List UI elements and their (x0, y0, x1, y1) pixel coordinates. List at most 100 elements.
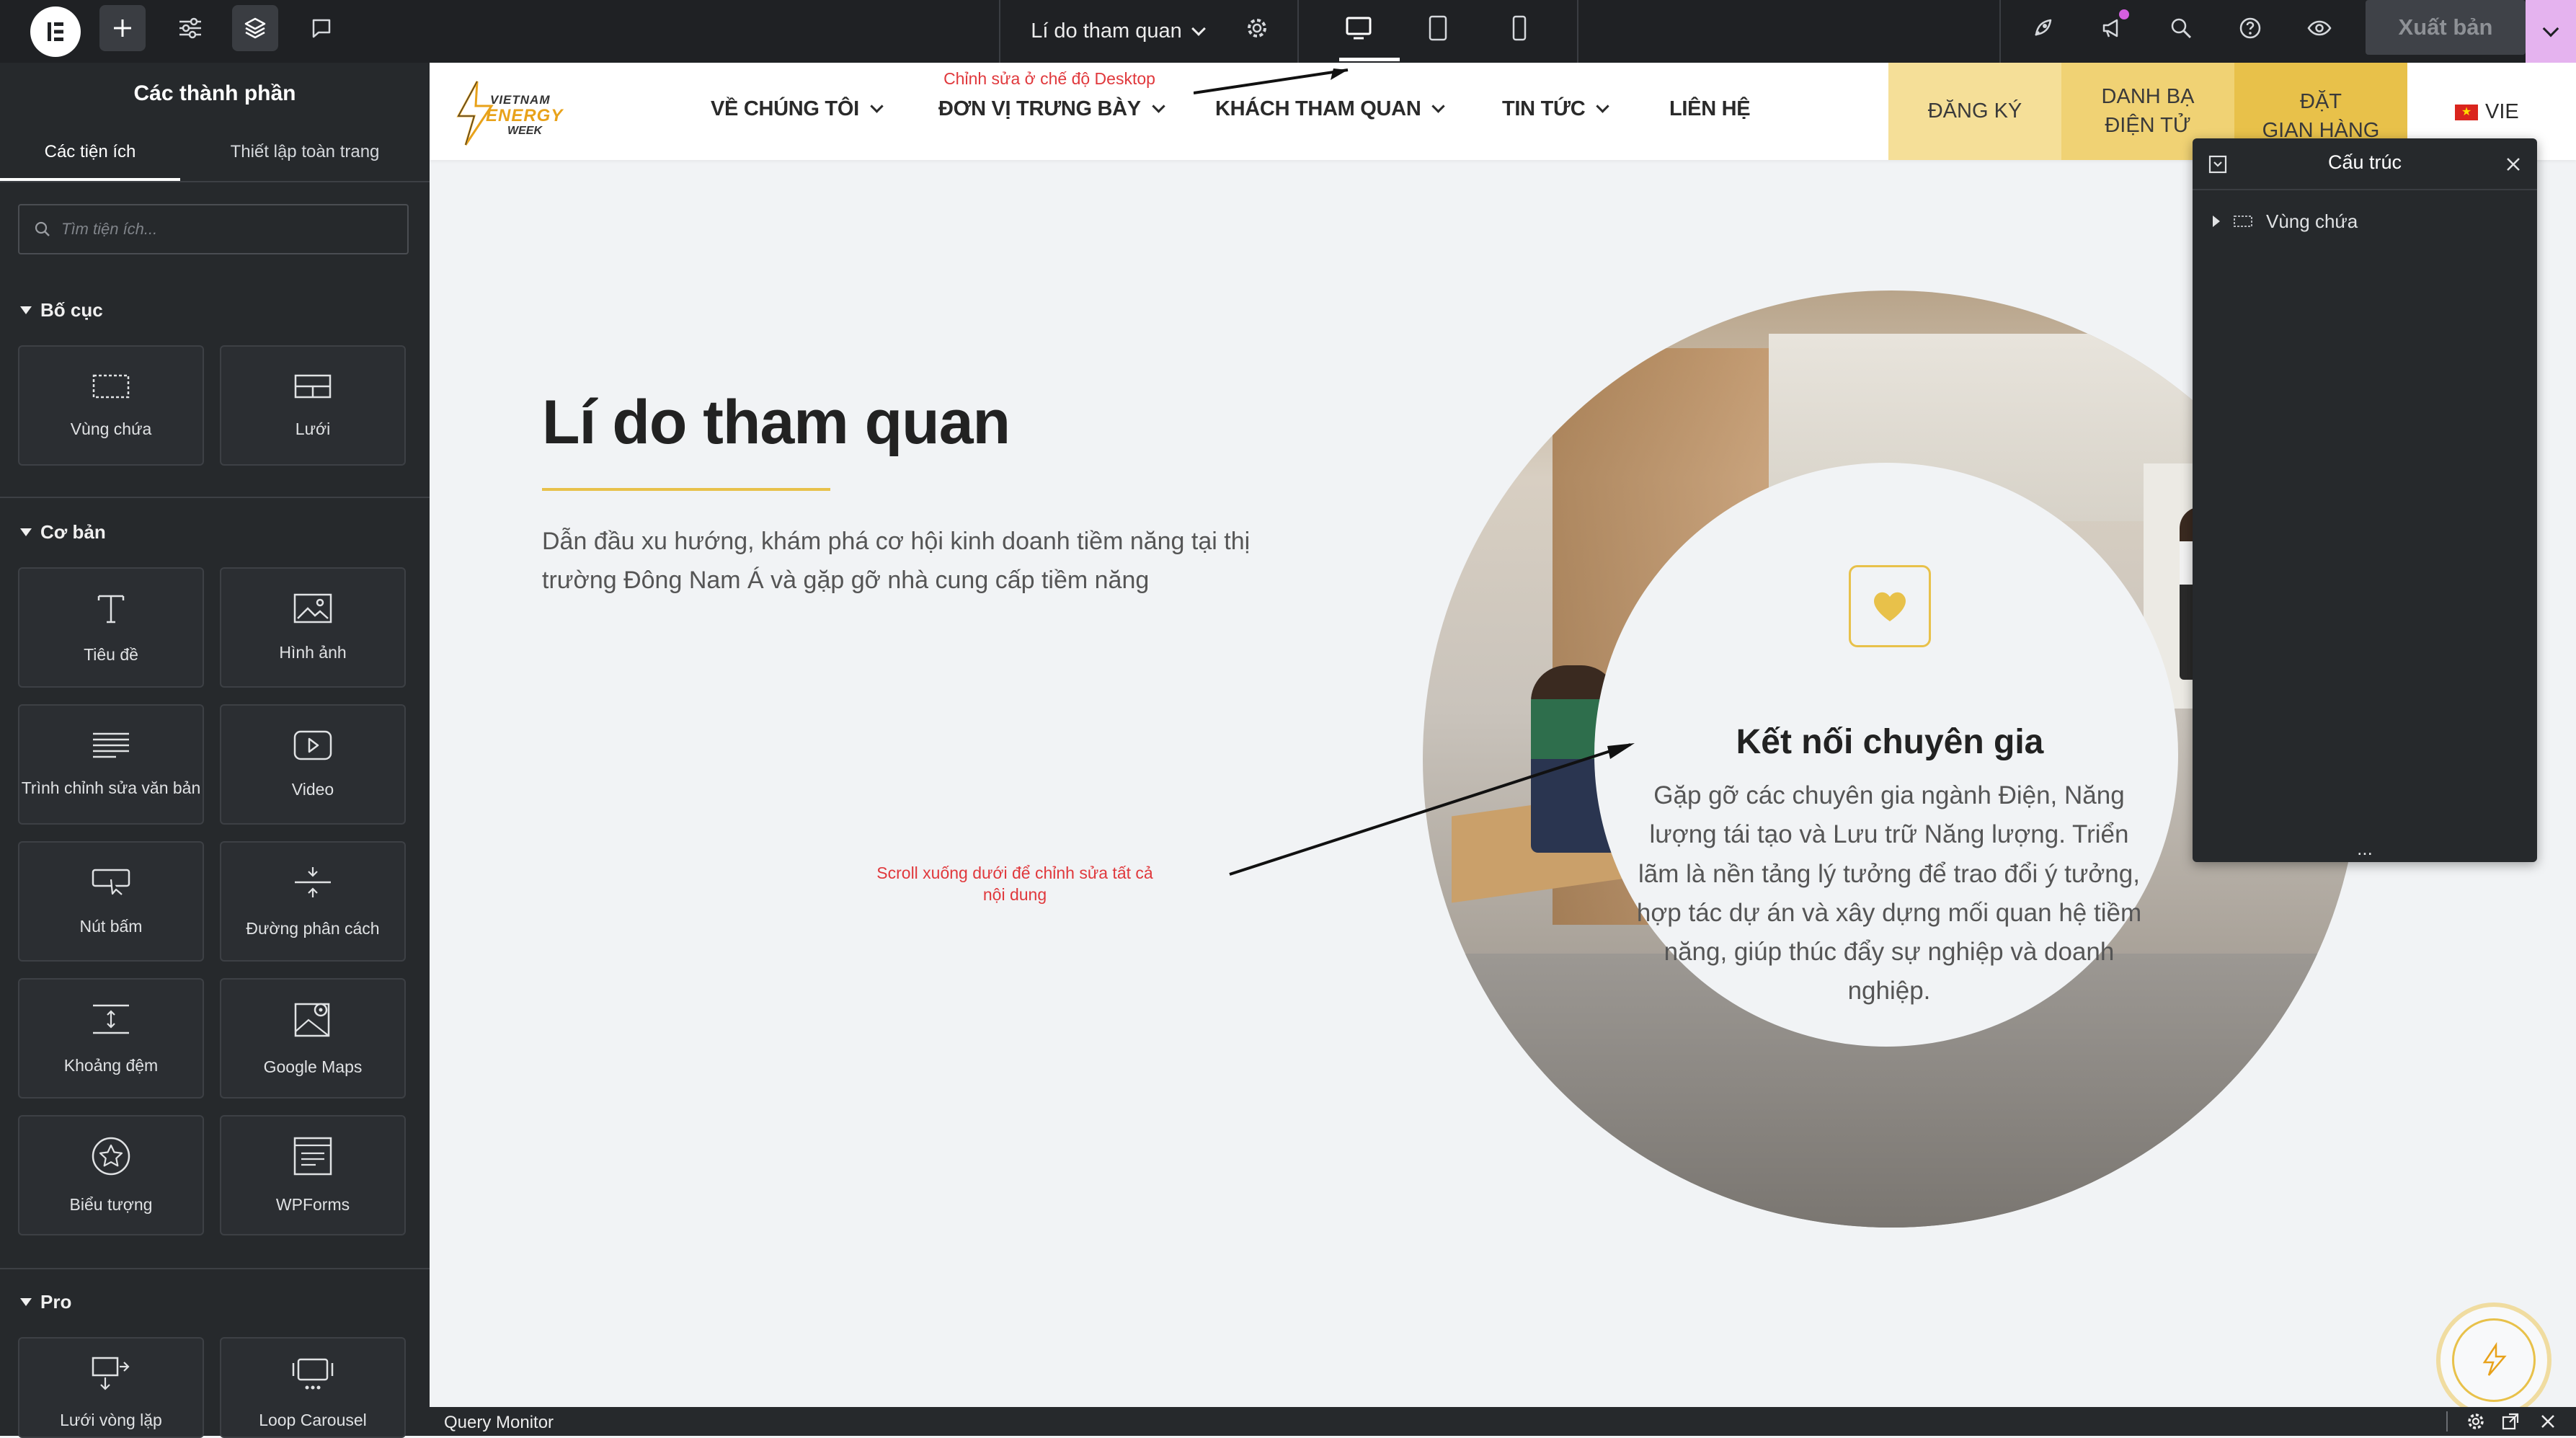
widget-loop-grid[interactable]: Lưới vòng lặp (18, 1337, 204, 1438)
register-button[interactable]: ĐĂNG KÝ (1888, 63, 2061, 160)
scroll-note-line-2: nội dung (982, 884, 1047, 904)
section-title-layout: Bố cục (40, 299, 103, 321)
chevron-down-icon (1596, 99, 1610, 113)
tab-widgets-label: Các tiện ích (44, 142, 136, 161)
tab-widgets[interactable]: Các tiện ích (0, 132, 180, 182)
page-headline[interactable]: Lí do tham quan (542, 387, 1011, 458)
chevron-down-icon (1431, 99, 1446, 113)
nav-label: LIÊN HỆ (1669, 97, 1751, 120)
panel-title: Các thành phần (133, 81, 296, 105)
megaphone-icon (2102, 19, 2118, 37)
whats-new-button[interactable] (2089, 5, 2135, 51)
section-title-pro: Pro (40, 1291, 72, 1313)
help-button[interactable] (2227, 5, 2273, 51)
widget-label: Vùng chứa (70, 420, 152, 438)
tab-global-settings[interactable]: Thiết lập toàn trang (180, 132, 430, 182)
nav-item-contact[interactable]: LIÊN HỆ (1669, 97, 1751, 121)
scroll-note: Scroll xuống dưới để chỉnh sửa tất cả nộ… (856, 863, 1173, 906)
comments-button[interactable] (298, 5, 345, 51)
widget-label: Google Maps (263, 1057, 363, 1076)
resize-handle[interactable]: ... (2193, 838, 2537, 860)
site-logo[interactable]: VIETNAM ENERGY WEEK (450, 79, 587, 148)
widget-label: Nút bấm (79, 917, 143, 936)
structure-button[interactable] (232, 5, 278, 51)
page-name-label: Lí do tham quan (1031, 19, 1182, 43)
widget-divider[interactable]: Đường phân cách (220, 841, 406, 962)
video-icon (293, 730, 332, 760)
floating-logo-badge[interactable] (2436, 1302, 2551, 1407)
widget-label: Khoảng đệm (63, 1056, 159, 1075)
sliders-icon (179, 17, 201, 39)
structure-header[interactable]: Cấu trúc (2193, 138, 2537, 190)
widget-spacer[interactable]: Khoảng đệm (18, 978, 204, 1099)
widget-label: Hình ảnh (279, 643, 347, 662)
card-title[interactable]: Kết nối chuyên gia (1659, 722, 2120, 762)
desktop-view-button[interactable] (1337, 5, 1380, 51)
widget-google-maps[interactable]: Google Maps (220, 978, 406, 1099)
page-name-dropdown[interactable]: Lí do tham quan (1009, 0, 1225, 63)
arrow-annotation-desktop (1194, 68, 1349, 94)
nav-item-news[interactable]: TIN TỨC (1502, 97, 1610, 121)
popout-icon[interactable] (2501, 1412, 2520, 1431)
directory-label-2: ĐIỆN TỬ (2105, 113, 2191, 137)
qm-separator (2446, 1411, 2448, 1432)
language-switcher[interactable]: ★ VIE (2455, 100, 2519, 124)
desktop-icon (1346, 17, 1372, 40)
chevron-down-icon (1191, 21, 1206, 36)
map-icon (294, 1003, 330, 1037)
structure-title: Cấu trúc (2327, 151, 2402, 173)
mobile-icon (1512, 15, 1527, 41)
directory-label-1: DANH BẠ (2101, 85, 2195, 109)
section-toggle-pro[interactable]: Pro (20, 1291, 71, 1313)
add-element-button[interactable] (99, 5, 146, 51)
mobile-view-button[interactable] (1498, 5, 1541, 51)
section-toggle-basic[interactable]: Cơ bản (20, 521, 106, 543)
intro-text[interactable]: Dẫn đầu xu hướng, khám phá cơ hội kinh d… (542, 522, 1292, 600)
tabs-divider (0, 181, 430, 182)
page-settings-button[interactable] (1234, 5, 1280, 51)
query-monitor-bar[interactable]: Query Monitor (430, 1407, 2576, 1436)
nav-item-about[interactable]: VỀ CHÚNG TÔI (711, 97, 884, 121)
tablet-icon (1429, 15, 1447, 41)
widget-label: Video (291, 780, 334, 799)
search-button[interactable] (2158, 5, 2204, 51)
tablet-view-button[interactable] (1416, 5, 1460, 51)
elementor-logo-button[interactable] (30, 6, 81, 57)
widget-wpforms[interactable]: WPForms (220, 1115, 406, 1235)
logo-line-3: WEEK (507, 125, 542, 137)
form-icon (293, 1137, 332, 1176)
widget-container[interactable]: Vùng chứa (18, 345, 204, 466)
widget-video[interactable]: Video (220, 704, 406, 825)
widget-loop-carousel[interactable]: Loop Carousel (220, 1337, 406, 1438)
desktop-mode-note: Chỉnh sửa ở chế độ Desktop (943, 69, 1155, 88)
container-icon (92, 374, 130, 399)
widget-text-editor[interactable]: Trình chỉnh sửa văn bản (18, 704, 204, 825)
publish-options-button[interactable] (2526, 0, 2576, 63)
widget-icon[interactable]: Biểu tượng (18, 1115, 204, 1235)
structure-item-container[interactable]: Vùng chứa (2193, 203, 2537, 239)
widget-image[interactable]: Hình ảnh (220, 567, 406, 688)
close-icon[interactable] (2505, 156, 2521, 172)
nav-label: TIN TỨC (1502, 97, 1586, 120)
widget-label: Lưới vòng lặp (60, 1411, 162, 1429)
section-title-basic: Cơ bản (40, 521, 106, 543)
widget-label: Lưới (295, 420, 331, 438)
search-widgets-input[interactable]: Tìm tiện ích... (18, 204, 409, 254)
caret-right-icon (2213, 216, 2220, 227)
elementor-logo-icon (48, 22, 63, 41)
close-icon[interactable] (2540, 1413, 2556, 1429)
preview-button[interactable] (2296, 5, 2342, 51)
widget-button[interactable]: Nút bấm (18, 841, 204, 962)
site-settings-button[interactable] (167, 5, 213, 51)
widget-heading[interactable]: Tiêu đề (18, 567, 204, 688)
gear-icon[interactable] (2466, 1412, 2485, 1431)
widget-grid[interactable]: Lưới (220, 345, 406, 466)
nav-item-exhibitors[interactable]: ĐƠN VỊ TRƯNG BÀY (938, 97, 1165, 121)
launchpad-button[interactable] (2020, 5, 2066, 51)
publish-button[interactable]: Xuất bản (2366, 0, 2526, 55)
card-body[interactable]: Gặp gỡ các chuyên gia ngành Điện, Năng l… (1626, 776, 2152, 1011)
rocket-icon (2035, 19, 2052, 36)
nav-item-visitors[interactable]: KHÁCH THAM QUAN (1215, 97, 1446, 121)
section-toggle-layout[interactable]: Bố cục (20, 299, 103, 321)
query-monitor-label: Query Monitor (444, 1413, 554, 1432)
